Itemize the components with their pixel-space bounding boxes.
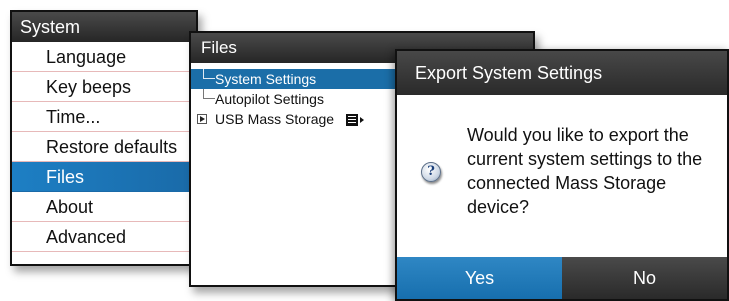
menu-item-restore-defaults[interactable]: Restore defaults: [12, 132, 196, 162]
menu-item-time[interactable]: Time...: [12, 102, 196, 132]
tree-item-label: Autopilot Settings: [215, 91, 324, 107]
system-menu-title: System: [12, 12, 196, 42]
tree-connector: [203, 89, 215, 99]
menu-item-advanced[interactable]: Advanced: [12, 222, 196, 252]
question-icon: ?: [421, 162, 441, 182]
dialog-buttons: Yes No: [397, 257, 727, 299]
menu-item-about[interactable]: About: [12, 192, 196, 222]
menu-item-key-beeps[interactable]: Key beeps: [12, 72, 196, 102]
system-menu-list: Language Key beeps Time... Restore defau…: [12, 42, 196, 252]
dialog-message: Would you like to export the current sys…: [467, 125, 703, 217]
context-menu-icon[interactable]: [345, 114, 358, 127]
expand-arrow-icon[interactable]: [197, 114, 207, 124]
dialog-body: ? Would you like to export the current s…: [397, 95, 727, 261]
tree-item-label: System Settings: [215, 71, 317, 87]
menu-item-language[interactable]: Language: [12, 42, 196, 72]
no-button[interactable]: No: [562, 257, 727, 299]
dialog-title: Export System Settings: [397, 51, 727, 95]
yes-button[interactable]: Yes: [397, 257, 562, 299]
tree-connector: [203, 69, 215, 79]
menu-item-files[interactable]: Files: [12, 162, 196, 192]
tree-item-label: USB Mass Storage: [215, 111, 335, 127]
submenu-arrow-icon: [359, 117, 364, 124]
system-menu-panel: System Language Key beeps Time... Restor…: [10, 10, 198, 266]
export-dialog: Export System Settings ? Would you like …: [395, 49, 729, 301]
